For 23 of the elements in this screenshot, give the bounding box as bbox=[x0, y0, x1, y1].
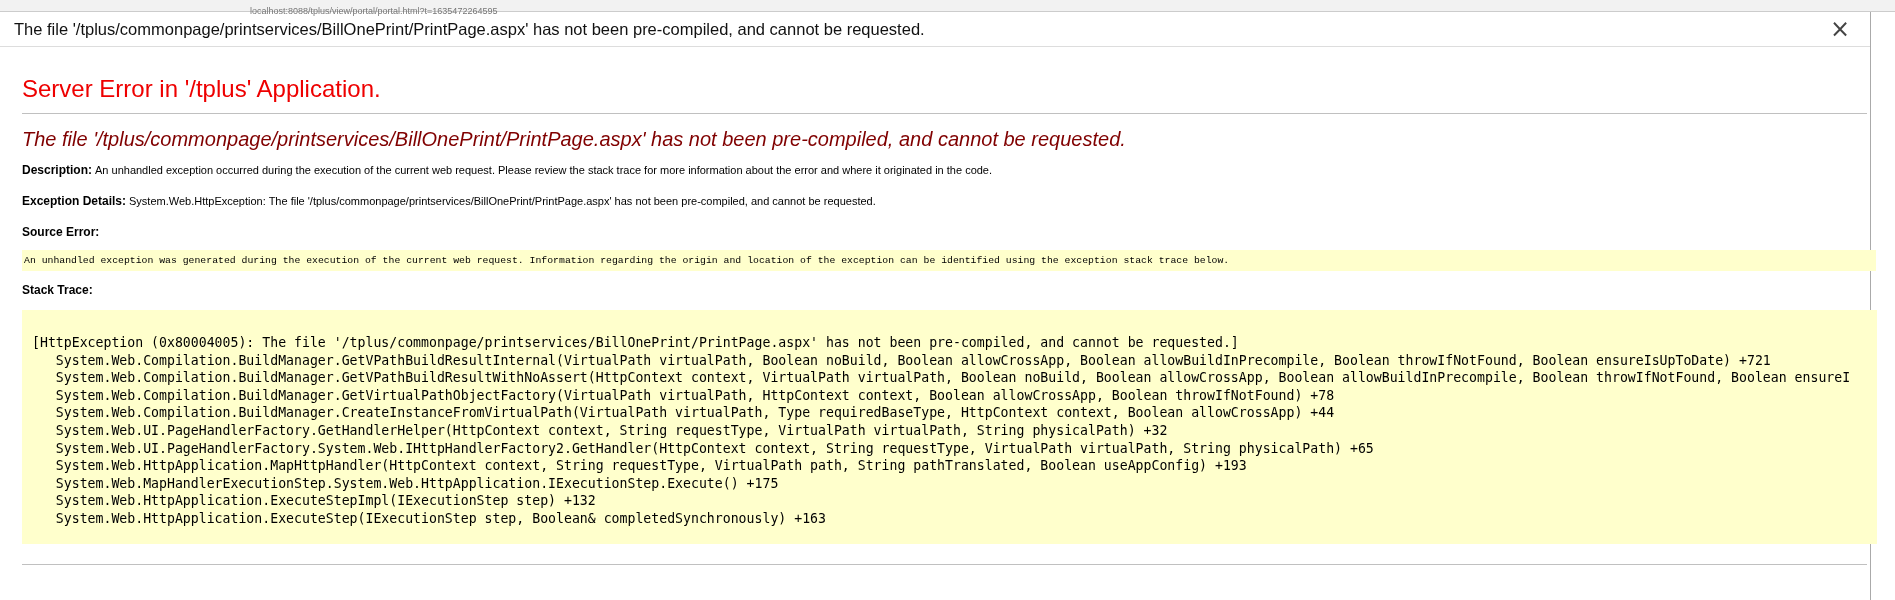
stack-trace-line: System.Web.Compilation.BuildManager.CreateInstanceFromVirtualPath(VirtualPath virtualPath, Type requiredBaseType, HttpContext context, Boolean allowCrossApp) +44 bbox=[54, 404, 1335, 422]
field-value: An unhandled exception occurred during the execution of the current web request. Please review the stack trace for more information about the error and where it originated in the code. bbox=[95, 164, 993, 176]
source-error-box: An unhandled exception was generated during the execution of the current web request. Information regarding the origin and location of the exception can be identified using the exception stack trace below. bbox=[22, 250, 1876, 271]
field-value: System.Web.HttpException: The file '/tplus/commonpage/printservices/BillOnePrint/PrintPage.aspx' has not been pre-compiled, and cannot be requested. bbox=[129, 195, 876, 207]
stack-trace-line: System.Web.HttpApplication.MapHttpHandler(HttpContext context, String requestType, VirtualPath path, String pathTranslated, Boolean useAppConfig) +193 bbox=[54, 457, 1247, 475]
stack-trace-line: System.Web.Compilation.BuildManager.GetVPathBuildResultWithNoAssert(HttpContext context, VirtualPath virtualPath, Boolean noBuild, Boolean allowCrossApp, Boolean allowBuildInPrecompile, Boolean throwIfNotFound, Boolean ensureI bbox=[54, 369, 1851, 387]
section-label: Stack Trace: bbox=[22, 283, 93, 297]
stack-trace-line: System.Web.Compilation.BuildManager.GetVirtualPathObjectFactory(VirtualPath virtualPath, HttpContext context, Boolean allowCrossApp, Boolean throwIfNotFound) +78 bbox=[54, 386, 1335, 405]
stack-trace-line: System.Web.Compilation.BuildManager.GetVPathBuildResultInternal(VirtualPath virtualPath, Boolean noBuild, Boolean allowCrossApp, Boolean allowBuildInPrecompile, Boolean throwIfNotFound, Boolean ensureIsUpToDate) +721 bbox=[54, 351, 1771, 370]
stack-trace-line: System.Web.UI.PageHandlerFactory.System.Web.IHttpHandlerFactory2.GetHandler(HttpContext context, String requestType, VirtualPath virtualPath, String physicalPath) +65 bbox=[54, 439, 1374, 458]
address-bar-url[interactable]: localhost:8088/tplus/view/portal/portal.html?t=1635472264595 bbox=[250, 6, 498, 17]
stack-trace-line: [HttpException (0x80004005): The file '/tplus/commonpage/printservices/BillOnePrint/PrintPage.aspx' has not been pre-compiled, and cannot be requested.] bbox=[32, 334, 1239, 352]
stack-trace-line: System.Web.MapHandlerExecutionStep.System.Web.HttpApplication.IExecutionStep.Execute() +175 bbox=[54, 474, 779, 493]
field-label: Description: bbox=[22, 163, 92, 177]
stack-trace-line: System.Web.UI.PageHandlerFactory.GetHandlerHelper(HttpContext context, String requestType, VirtualPath virtualPath, String physicalPath) +32 bbox=[54, 421, 1168, 440]
error-heading: Server Error in '/tplus' Application. bbox=[22, 75, 382, 103]
section-label: Source Error: bbox=[22, 225, 100, 239]
stack-trace-line: System.Web.HttpApplication.ExecuteStep(IExecutionStep step, Boolean& completedSynchronously) +163 bbox=[54, 509, 826, 528]
field-label: Exception Details: bbox=[22, 194, 127, 208]
error-message: The file '/tplus/commonpage/printservices/BillOnePrint/PrintPage.aspx' has not been pre-compiled, and cannot be requested. bbox=[22, 128, 1127, 151]
dialog-title: The file '/tplus/commonpage/printservices/BillOnePrint/PrintPage.aspx' has not been pre-compiled, and cannot be requested. bbox=[14, 19, 925, 39]
close-button[interactable]: × bbox=[1825, 16, 1854, 42]
stack-trace-line: System.Web.HttpApplication.ExecuteStepImpl(IExecutionStep step) +132 bbox=[54, 492, 596, 510]
